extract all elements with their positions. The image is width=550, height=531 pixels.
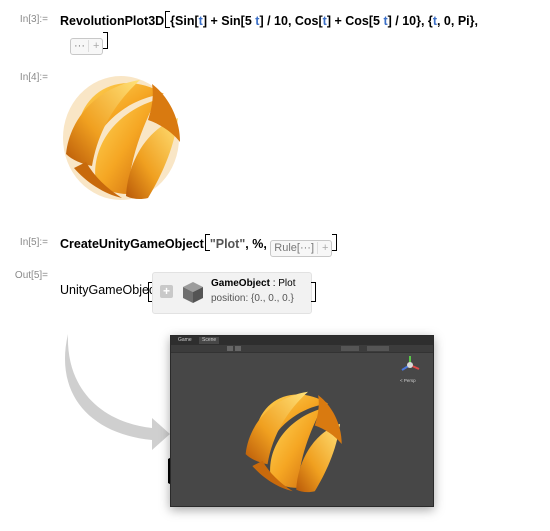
unity-toolbar bbox=[171, 345, 433, 353]
rule-chip-label: Rule[···] bbox=[274, 242, 315, 254]
code-fragment: ] + Sin[5 bbox=[202, 14, 256, 28]
revolution-plot-graphic[interactable] bbox=[56, 66, 186, 206]
scene-gizmo-icon[interactable] bbox=[399, 354, 421, 376]
cell-label-in5: In[5]:= bbox=[19, 237, 48, 248]
cell-label-in3: In[3]:= bbox=[19, 14, 48, 25]
code-fragment: , 0, Pi}, bbox=[436, 14, 478, 28]
toolbar-button[interactable] bbox=[227, 346, 233, 351]
tab-scene[interactable]: Scene bbox=[199, 337, 220, 344]
output-head: UnityGameObject bbox=[60, 283, 159, 297]
game-object-title-line: GameObject : Plot bbox=[211, 278, 296, 289]
unity-game-object-output: UnityGameObject bbox=[60, 283, 159, 297]
unity-tab-bar: Game Scene bbox=[171, 336, 433, 345]
title-separator: : bbox=[269, 278, 279, 289]
game-object-summary[interactable]: + GameObject : Plot position: {0., 0., 0… bbox=[152, 272, 312, 314]
close-bracket bbox=[332, 234, 338, 251]
code-fragment: ] / 10}, { bbox=[387, 14, 433, 28]
plus-icon[interactable]: + bbox=[88, 40, 100, 52]
toolbar-search[interactable] bbox=[367, 346, 389, 351]
function-name: CreateUnityGameObject bbox=[60, 237, 204, 251]
function-name: RevolutionPlot3D bbox=[60, 14, 165, 28]
game-object-name: Plot bbox=[278, 278, 296, 289]
toolbar-dropdown[interactable] bbox=[341, 346, 359, 351]
close-bracket bbox=[311, 282, 316, 302]
plus-icon[interactable]: + bbox=[317, 242, 329, 254]
options-line: ··· + bbox=[70, 32, 109, 55]
game-object-title: GameObject bbox=[211, 278, 270, 289]
position-label: position: bbox=[211, 293, 252, 304]
tab-game[interactable]: Game bbox=[175, 337, 195, 344]
rule-chip[interactable]: Rule[···] + bbox=[270, 240, 333, 257]
code-fragment: ] / 10, Cos[ bbox=[259, 14, 323, 28]
revolution-plot-input[interactable]: RevolutionPlot3D {Sin[t] + Sin[5 t] / 10,… bbox=[60, 11, 478, 28]
cell-label-out5: Out[5]= bbox=[14, 270, 48, 281]
options-chip[interactable]: ··· + bbox=[70, 38, 104, 55]
plus-icon[interactable]: + bbox=[160, 285, 173, 298]
code-fragment: ] + Cos[5 bbox=[326, 14, 384, 28]
unity-editor-window[interactable]: Game Scene < Persp bbox=[170, 335, 434, 507]
create-unity-input[interactable]: CreateUnityGameObject "Plot", %, Rule[···… bbox=[60, 234, 338, 257]
ellipsis-icon: ··· bbox=[74, 40, 85, 52]
cube-icon bbox=[183, 282, 203, 303]
code-fragment: {Sin[ bbox=[170, 14, 199, 28]
curved-arrow-icon bbox=[64, 334, 170, 450]
code-fragment: , %, bbox=[245, 237, 271, 251]
game-object-position: position: {0., 0., 0.} bbox=[211, 293, 294, 304]
string-argument: "Plot" bbox=[209, 237, 246, 251]
close-bracket bbox=[103, 32, 109, 49]
persp-label[interactable]: < Persp bbox=[400, 378, 416, 383]
toolbar-button[interactable] bbox=[235, 346, 241, 351]
cell-label-in4: In[4]:= bbox=[19, 72, 48, 83]
unity-scene-object[interactable] bbox=[233, 380, 351, 498]
position-value: {0., 0., 0.} bbox=[251, 293, 294, 304]
